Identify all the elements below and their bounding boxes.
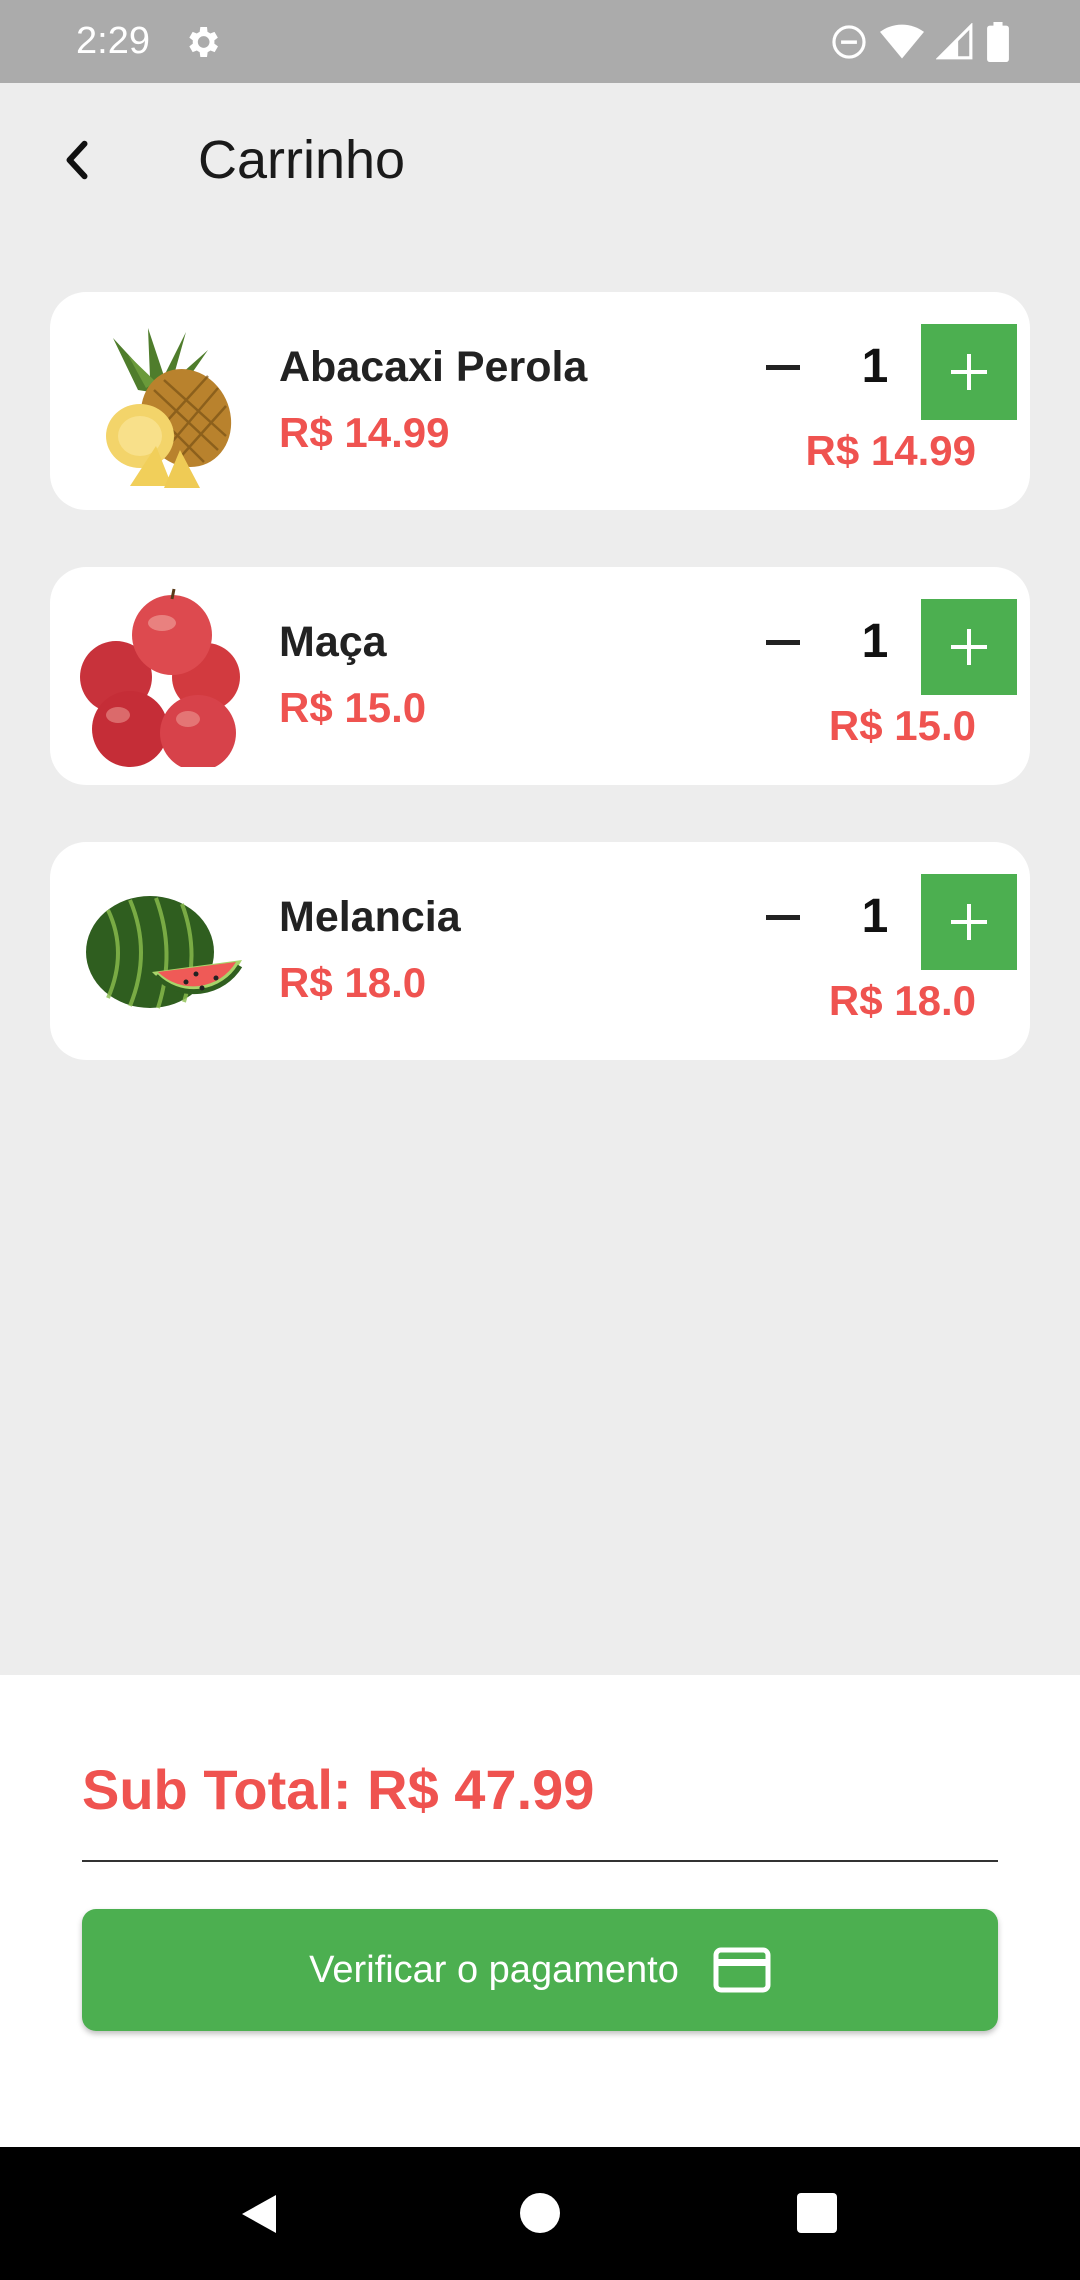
nav-home-icon[interactable] (520, 2193, 560, 2233)
product-price: R$ 18.0 (279, 959, 427, 1006)
credit-card-icon (713, 1947, 771, 1993)
product-name: Abacaxi Perola (279, 343, 588, 391)
increase-quantity-button[interactable] (921, 324, 1017, 420)
cart-item: Melancia R$ 18.0 1 R$ 18.0 (50, 842, 1030, 1060)
dnd-icon (832, 25, 866, 59)
status-icons (830, 20, 1010, 64)
back-arrow-icon (66, 140, 88, 180)
minus-icon (766, 639, 800, 645)
status-bar: 2:29 (0, 0, 1080, 83)
settings-icon (189, 27, 218, 57)
decrease-quantity-button[interactable] (754, 338, 812, 396)
checkout-footer: Sub Total: R$ 47.99 Verificar o pagament… (0, 1675, 1080, 2147)
signal-icon (936, 23, 973, 60)
battery-icon (987, 22, 1009, 62)
line-total: R$ 14.99 (805, 427, 976, 474)
checkout-button[interactable]: Verificar o pagamento (82, 1909, 998, 2031)
increase-quantity-button[interactable] (921, 599, 1017, 695)
minus-icon (766, 364, 800, 370)
product-price: R$ 15.0 (279, 684, 427, 731)
quantity-value: 1 (861, 340, 889, 393)
watermelon-image (86, 896, 243, 1009)
page-title: Carrinho (198, 130, 406, 190)
plus-icon (951, 904, 987, 940)
line-total: R$ 15.0 (828, 702, 976, 749)
product-name: Maça (279, 618, 387, 666)
wifi-icon (880, 24, 924, 59)
product-price: R$ 14.99 (279, 409, 450, 456)
decrease-quantity-button[interactable] (754, 613, 812, 671)
cart-item: Maça R$ 15.0 1 R$ 15.0 (50, 567, 1030, 785)
subtotal-text: Sub Total: R$ 47.99 (82, 1758, 595, 1821)
decrease-quantity-button[interactable] (754, 888, 812, 946)
quantity-value: 1 (861, 615, 889, 668)
cart-item: Abacaxi Perola R$ 14.99 1 R$ 14.99 (50, 292, 1030, 510)
increase-quantity-button[interactable] (921, 874, 1017, 970)
plus-icon (951, 354, 987, 390)
pineapple-image (106, 328, 232, 488)
divider (82, 1860, 998, 1862)
quantity-value: 1 (861, 890, 889, 943)
product-name: Melancia (279, 893, 461, 941)
nav-recents-icon[interactable] (797, 2193, 837, 2233)
plus-icon (951, 629, 987, 665)
cart-list: Abacaxi Perola R$ 14.99 1 R$ 14.99 Maça … (50, 292, 1030, 1117)
line-total: R$ 18.0 (828, 977, 976, 1024)
minus-icon (766, 914, 800, 920)
system-nav-bar (0, 2147, 1080, 2280)
status-time: 2:29 (76, 20, 150, 62)
app-bar: Carrinho (0, 83, 1080, 238)
back-button[interactable] (46, 129, 108, 191)
apples-image (80, 588, 240, 767)
checkout-button-label: Verificar o pagamento (309, 1949, 679, 1991)
nav-back-icon[interactable] (236, 2191, 282, 2237)
